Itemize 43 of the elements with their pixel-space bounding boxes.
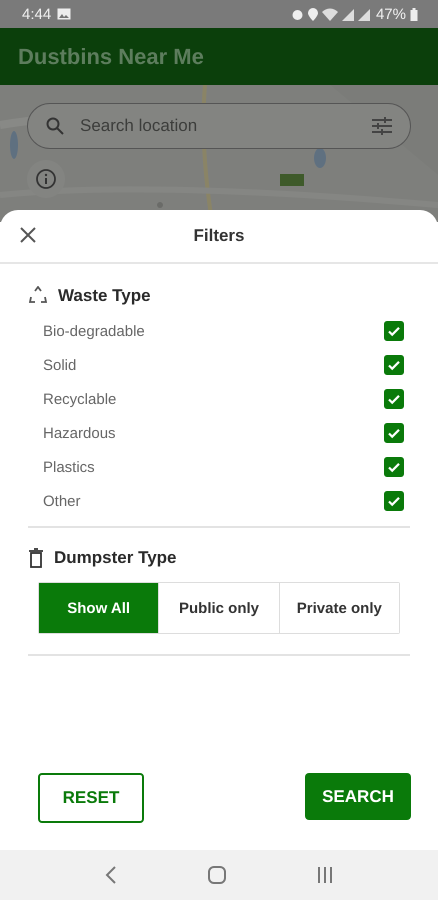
- search-icon: [46, 117, 64, 135]
- checkbox[interactable]: [384, 389, 404, 409]
- recent-apps-icon[interactable]: [316, 867, 333, 883]
- check-icon: [387, 324, 401, 338]
- home-icon[interactable]: [208, 866, 226, 884]
- checkbox[interactable]: [384, 355, 404, 375]
- segment-tab[interactable]: Show All: [39, 583, 158, 633]
- check-icon: [387, 426, 401, 440]
- checkbox[interactable]: [384, 457, 404, 477]
- filter-label: Hazardous: [43, 424, 116, 442]
- filter-label: Solid: [43, 356, 76, 374]
- section-title: Waste Type: [58, 286, 151, 306]
- section-title: Dumpster Type: [54, 548, 176, 568]
- check-icon: [387, 460, 401, 474]
- filter-label: Bio-degradable: [43, 322, 145, 340]
- search-bar[interactable]: Search location: [27, 103, 411, 149]
- checkbox[interactable]: [384, 423, 404, 443]
- status-time: 4:44: [22, 6, 52, 22]
- filter-label: Other: [43, 492, 81, 510]
- sheet-title: Filters: [192, 226, 246, 246]
- close-icon: [19, 226, 37, 244]
- trash-icon: [28, 548, 44, 568]
- battery-icon: [410, 8, 418, 20]
- check-icon: [387, 494, 401, 508]
- check-icon: [387, 358, 401, 372]
- checkbox[interactable]: [384, 321, 404, 341]
- location-icon: [308, 8, 318, 20]
- search-input[interactable]: Search location: [78, 115, 358, 137]
- wifi-icon: [322, 8, 338, 20]
- filter-label: Plastics: [43, 458, 95, 476]
- segment-tab[interactable]: Private only: [278, 583, 399, 633]
- image-icon: [57, 8, 72, 20]
- checkbox[interactable]: [384, 491, 404, 511]
- reset-button[interactable]: RESET: [38, 773, 144, 823]
- info-icon: [35, 168, 57, 190]
- back-icon[interactable]: [105, 866, 118, 884]
- filter-sliders-icon[interactable]: [372, 117, 392, 135]
- battery-level: 47%: [376, 6, 406, 22]
- search-button[interactable]: SEARCH: [305, 773, 411, 820]
- app-title: Dustbins Near Me: [18, 44, 204, 70]
- signal-icon: [342, 8, 372, 20]
- check-icon: [387, 392, 401, 406]
- filter-label: Recyclable: [43, 390, 116, 408]
